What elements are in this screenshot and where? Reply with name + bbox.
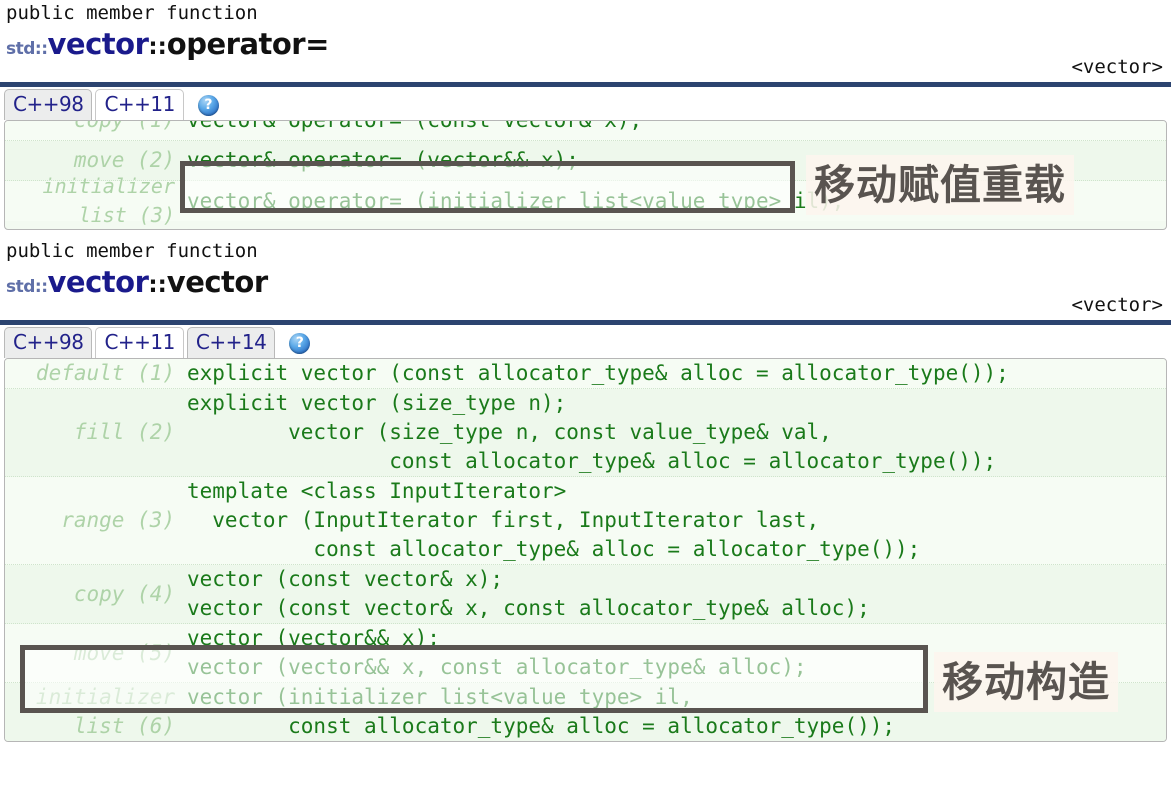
tab-cpp98-2[interactable]: C++98 (4, 327, 93, 358)
member-name-2: vector (166, 265, 268, 299)
scope-sep-1: :: (34, 39, 48, 59)
section-operator-assign: public member function std::vector::oper… (0, 0, 1171, 230)
section-header-2: public member function std::vector::vect… (0, 238, 1171, 320)
scope-sep-3: :: (34, 277, 48, 297)
row-code-fill: explicit vector (size_type n); vector (s… (187, 391, 997, 473)
table-row-fill: fill (2) explicit vector (size_type n); … (5, 389, 1166, 477)
page-title-1: std::vector::operator= (6, 27, 1165, 66)
annotation-move-ctor: 移动构造 (934, 652, 1118, 712)
row-label-copy-1: copy (1) (73, 120, 175, 132)
cplusplus-reference-page: public member function std::vector::oper… (0, 0, 1171, 786)
row-label-copy: copy (4) (73, 581, 175, 606)
page-title-2: std::vector::vector (6, 265, 1165, 304)
section-header-1: public member function std::vector::oper… (0, 0, 1171, 82)
question-mark-icon-2[interactable]: ? (289, 333, 311, 354)
row-label-move-1: move (2) (73, 148, 175, 172)
header-file-2: <vector> (1071, 294, 1163, 316)
tab-cpp98-1[interactable]: C++98 (4, 89, 93, 120)
page-kicker-1: public member function (6, 2, 258, 24)
page-kicker-2: public member function (6, 240, 258, 262)
row-code-range: template <class InputIterator> vector (I… (187, 479, 921, 561)
class-name-2: vector (47, 265, 149, 299)
row-label-initlist: initializer list (6) (35, 685, 175, 738)
tab-cpp14-2[interactable]: C++14 (186, 327, 276, 358)
standard-tabs-2: C++98 C++11 C++14 ? (0, 325, 1171, 358)
tab-cpp11-1[interactable]: C++11 (95, 89, 184, 120)
table-row-range: range (3) template <class InputIterator>… (5, 477, 1166, 565)
header-file-1: <vector> (1071, 56, 1163, 78)
row-code-copy-1: vector& operator= (const vector& x); (187, 120, 643, 132)
question-mark-glyph-1: ? (204, 97, 213, 113)
table-row-copy-1: copy (1) vector& operator= (const vector… (5, 120, 1166, 141)
question-mark-glyph-2: ? (295, 335, 304, 351)
row-label-range: range (3) (61, 508, 175, 532)
question-mark-icon-1[interactable]: ? (197, 95, 219, 116)
scope-sep-4: :: (148, 272, 167, 298)
row-label-fill: fill (2) (73, 420, 175, 444)
row-label-initlist-1: initializer list (3) (42, 174, 175, 227)
annotation-move-assign: 移动赋值重载 (806, 155, 1074, 215)
row-label-default: default (1) (35, 361, 175, 385)
member-name-1: operator= (166, 27, 330, 61)
table-row-copy: copy (4) vector (const vector& x); vecto… (5, 565, 1166, 624)
row-code-default: explicit vector (const allocator_type& a… (187, 361, 1009, 385)
namespace-label-2: std (6, 277, 35, 297)
row-code-copy: vector (const vector& x); vector (const … (187, 567, 870, 620)
class-name-1: vector (47, 27, 149, 61)
section-vector-constructor: public member function std::vector::vect… (0, 238, 1171, 742)
tab-cpp11-2[interactable]: C++11 (95, 327, 184, 358)
row-label-move: move (5) (73, 640, 175, 665)
scope-sep-2: :: (148, 34, 167, 60)
standard-tabs-1: C++98 C++11 ? (0, 87, 1171, 120)
namespace-label-1: std (6, 39, 35, 59)
table-row-default: default (1) explicit vector (const alloc… (5, 359, 1166, 389)
